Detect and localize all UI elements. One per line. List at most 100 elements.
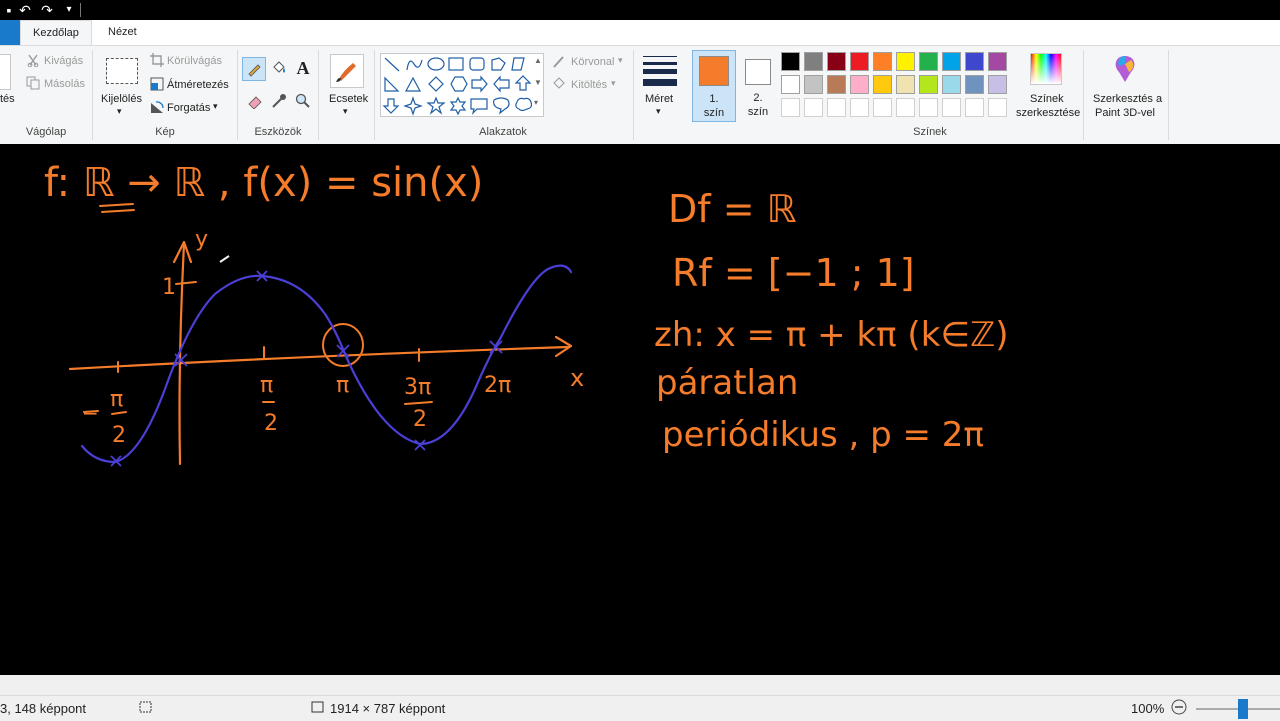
outline-dropdown-icon[interactable]: ▾: [618, 55, 623, 66]
custom-color-slot[interactable]: [942, 98, 961, 117]
color-swatch[interactable]: [781, 52, 800, 71]
color-swatch[interactable]: [827, 52, 846, 71]
text-tool-icon[interactable]: A: [292, 57, 314, 79]
shape-star-4[interactable]: [403, 96, 423, 116]
color-swatch[interactable]: [965, 75, 984, 94]
shape-arrow-right[interactable]: [471, 75, 488, 93]
select-icon[interactable]: [106, 58, 138, 84]
custom-color-slot[interactable]: [827, 98, 846, 117]
custom-color-slot[interactable]: [988, 98, 1007, 117]
shape-curve[interactable]: [406, 59, 423, 71]
file-tab[interactable]: [0, 20, 20, 45]
drawing-canvas[interactable]: y x 1 π 2 − π 2 π 3π 2 2π f: ℝ → ℝ , f(x…: [0, 144, 1280, 675]
color-swatch[interactable]: [827, 75, 846, 94]
paint3d-label-2[interactable]: Paint 3D-vel: [1095, 107, 1155, 119]
color-swatch[interactable]: [804, 75, 823, 94]
resize-button[interactable]: Átméretezés: [167, 79, 229, 91]
undo-icon[interactable]: ↶: [16, 1, 34, 19]
shape-diamond[interactable]: [428, 76, 444, 92]
shape-arrow-down[interactable]: [382, 98, 400, 114]
copy-button[interactable]: Másolás: [44, 78, 85, 90]
color-swatch[interactable]: [988, 75, 1007, 94]
cut-button[interactable]: Kivágás: [44, 55, 83, 67]
select-button[interactable]: Kijelölés: [101, 93, 142, 105]
paste-button-label[interactable]: tés: [0, 93, 15, 105]
rotate-button[interactable]: Forgatás: [167, 102, 210, 114]
color-swatch[interactable]: [919, 75, 938, 94]
outline-button[interactable]: Körvonal: [571, 56, 614, 68]
shape-triangle[interactable]: [404, 76, 422, 92]
color-swatch[interactable]: [988, 52, 1007, 71]
color-swatch[interactable]: [804, 52, 823, 71]
select-dropdown-icon[interactable]: ▾: [117, 106, 122, 117]
shape-star-5[interactable]: [426, 96, 446, 115]
shape-callout-cloud[interactable]: [515, 97, 533, 112]
tab-home[interactable]: Kezdőlap: [20, 20, 92, 46]
customize-toolbar-icon[interactable]: ▾: [60, 1, 78, 19]
paint3d-label-1[interactable]: Szerkesztés a: [1093, 93, 1162, 105]
color-swatch[interactable]: [873, 52, 892, 71]
zoom-out-icon[interactable]: [1171, 699, 1187, 718]
size-button[interactable]: Méret: [645, 93, 673, 105]
shape-rounded-rectangle[interactable]: [469, 57, 485, 71]
edit-colors-label-1[interactable]: Színek: [1030, 93, 1064, 105]
edit-colors-icon[interactable]: [1030, 53, 1062, 85]
shape-rectangle[interactable]: [448, 57, 464, 71]
color-swatch[interactable]: [850, 75, 869, 94]
fill-bucket-icon[interactable]: [268, 57, 290, 79]
edit-colors-label-2[interactable]: szerkesztése: [1016, 107, 1080, 119]
color-swatch[interactable]: [942, 52, 961, 71]
shape-arrow-up[interactable]: [514, 75, 532, 91]
paint3d-icon[interactable]: [1109, 53, 1141, 85]
color-swatch[interactable]: [965, 52, 984, 71]
color-swatch[interactable]: [942, 75, 961, 94]
brushes-dropdown-icon[interactable]: ▾: [343, 106, 348, 117]
color1-button[interactable]: 1. szín: [692, 50, 736, 122]
custom-color-slot[interactable]: [804, 98, 823, 117]
fill-button[interactable]: Kitöltés: [571, 79, 607, 91]
custom-color-slot[interactable]: [965, 98, 984, 117]
brush-icon[interactable]: [330, 54, 364, 88]
fill-dropdown-icon[interactable]: ▾: [611, 78, 616, 89]
custom-color-slot[interactable]: [850, 98, 869, 117]
brushes-button[interactable]: Ecsetek: [329, 93, 368, 105]
shape-callout-rectangle[interactable]: [470, 98, 488, 115]
shapes-scroll-down-icon[interactable]: ▼: [534, 78, 542, 87]
paste-icon[interactable]: [0, 54, 11, 90]
shape-polygon[interactable]: [491, 57, 506, 71]
zoom-slider-thumb[interactable]: [1238, 699, 1248, 719]
color-swatch[interactable]: [896, 52, 915, 71]
shape-oval[interactable]: [427, 57, 445, 71]
shapes-more-icon[interactable]: ▾: [534, 98, 538, 107]
redo-icon[interactable]: ↷: [38, 1, 56, 19]
pencil-icon[interactable]: [242, 57, 266, 81]
shape-star-6[interactable]: [449, 96, 467, 116]
custom-color-slot[interactable]: [873, 98, 892, 117]
shape-pentagon[interactable]: [450, 76, 468, 92]
shape-line[interactable]: [384, 57, 400, 72]
eraser-icon[interactable]: [244, 90, 266, 112]
horizontal-scrollbar[interactable]: [0, 675, 1280, 695]
tab-view[interactable]: Nézet: [96, 20, 149, 45]
custom-color-slot[interactable]: [919, 98, 938, 117]
color-swatch[interactable]: [850, 52, 869, 71]
color-picker-icon[interactable]: [268, 90, 290, 112]
color-swatch[interactable]: [896, 75, 915, 94]
shapes-scroll-up-icon[interactable]: ▲: [534, 56, 542, 65]
color-swatch[interactable]: [781, 75, 800, 94]
crop-button[interactable]: Körülvágás: [167, 55, 222, 67]
color2-button[interactable]: 2. szín: [740, 50, 776, 122]
color-swatch[interactable]: [919, 52, 938, 71]
rotate-dropdown-icon[interactable]: ▾: [213, 101, 218, 112]
custom-color-slot[interactable]: [781, 98, 800, 117]
color-swatch[interactable]: [873, 75, 892, 94]
magnifier-icon[interactable]: [292, 90, 314, 112]
shape-arrow-left[interactable]: [493, 75, 510, 93]
size-icon[interactable]: [642, 54, 678, 88]
custom-color-slot[interactable]: [896, 98, 915, 117]
shapes-gallery[interactable]: [380, 53, 544, 117]
size-dropdown-icon[interactable]: ▾: [656, 106, 661, 117]
shape-callout-oval[interactable]: [493, 97, 510, 115]
shape-right-triangle[interactable]: [384, 76, 400, 92]
shape-parallelogram[interactable]: [511, 57, 525, 71]
